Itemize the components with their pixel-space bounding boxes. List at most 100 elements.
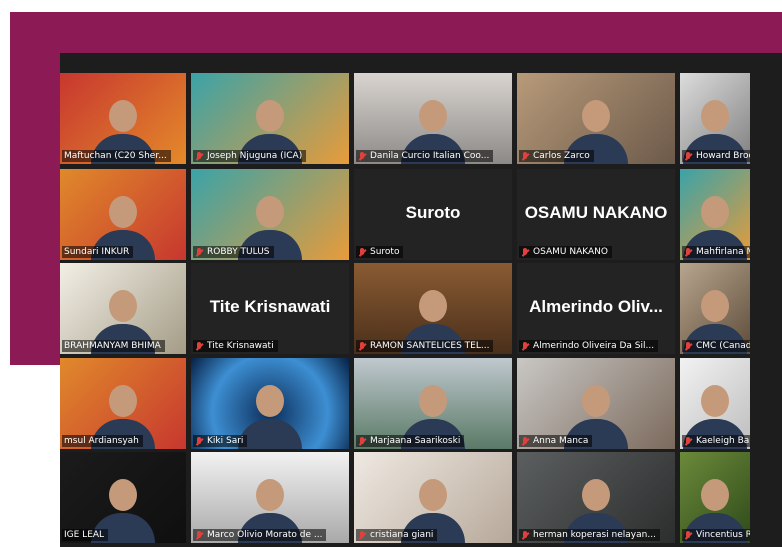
participant-tile[interactable]: Marco Olivio Morato de ... xyxy=(191,452,349,543)
participant-tile[interactable]: Anna Manca xyxy=(517,358,675,449)
participant-name-display: Tite Krisnawati xyxy=(209,297,331,316)
mic-muted-icon xyxy=(684,247,693,257)
video-grid: Maftuchan (C20 Sher... Joseph Njuguna (IC… xyxy=(60,53,782,547)
mic-muted-icon xyxy=(521,341,530,351)
participant-name-text: cristiana giani xyxy=(370,530,434,540)
participant-name-display: OSAMU NAKANO xyxy=(524,203,668,222)
participant-name-display: Almerindo Oliv... xyxy=(529,297,663,316)
participant-name-text: Mahfirlana Masha... xyxy=(696,247,750,257)
participant-name-label: msul Ardiansyah xyxy=(62,435,143,447)
participant-tile[interactable]: Carlos Zarco xyxy=(517,73,675,164)
participant-name-text: CMC (Canada) - D... xyxy=(696,341,750,351)
participant-tile[interactable]: IGE LEAL xyxy=(60,452,186,543)
participant-name-text: Maftuchan (C20 Sher... xyxy=(64,151,167,161)
participant-tile[interactable]: Joseph Njuguna (ICA) xyxy=(191,73,349,164)
participant-name-text: Carlos Zarco xyxy=(533,151,590,161)
participant-tile[interactable]: BRAHMANYAM BHIMA xyxy=(60,263,186,354)
participant-tile[interactable]: CMC (Canada) - D... xyxy=(680,263,750,354)
participant-name-label: OSAMU NAKANO xyxy=(519,246,612,258)
participant-name-label: Marco Olivio Morato de ... xyxy=(193,529,327,541)
mic-muted-icon xyxy=(195,247,204,257)
mic-muted-icon xyxy=(684,530,693,540)
mic-muted-icon xyxy=(358,341,367,351)
participant-name-label: Maftuchan (C20 Sher... xyxy=(62,150,171,162)
participant-name-label: Suroto xyxy=(356,246,404,258)
participant-tile[interactable]: Danila Curcio Italian Coo... xyxy=(354,73,512,164)
participant-name-text: Sundari INKUR xyxy=(64,247,130,257)
mic-muted-icon xyxy=(358,530,367,540)
mic-muted-icon xyxy=(195,530,204,540)
mic-muted-icon xyxy=(195,151,204,161)
participant-name-text: msul Ardiansyah xyxy=(64,436,139,446)
participant-name-label: Kiki Sari xyxy=(193,435,248,447)
participant-silhouette xyxy=(238,377,302,449)
participant-tile[interactable]: OSAMU NAKANO OSAMU NAKANO xyxy=(517,169,675,260)
mic-muted-icon xyxy=(521,151,530,161)
mic-muted-icon xyxy=(195,436,204,446)
participant-name-text: herman koperasi nelayan... xyxy=(533,530,656,540)
participant-tile[interactable]: herman koperasi nelayan... xyxy=(517,452,675,543)
participant-name-text: Marco Olivio Morato de ... xyxy=(207,530,323,540)
mic-muted-icon xyxy=(521,436,530,446)
participant-name-label: ROBBY TULUS xyxy=(193,246,274,258)
mic-muted-icon xyxy=(521,530,530,540)
participant-tile[interactable]: Almerindo Oliv... Almerindo Oliveira Da S… xyxy=(517,263,675,354)
participant-name-text: Danila Curcio Italian Coo... xyxy=(370,151,490,161)
participant-name-display: Suroto xyxy=(405,203,461,222)
participant-name-text: Marjaana Saarikoski xyxy=(370,436,461,446)
participant-name-text: Suroto xyxy=(370,247,400,257)
participant-name-text: Vincentius Repu xyxy=(696,530,750,540)
mic-muted-icon xyxy=(358,436,367,446)
participant-tile[interactable]: Vincentius Repu xyxy=(680,452,750,543)
participant-tile[interactable]: Maftuchan (C20 Sher... xyxy=(60,73,186,164)
mic-muted-icon xyxy=(684,436,693,446)
participant-name-text: Joseph Njuguna (ICA) xyxy=(207,151,303,161)
participant-tile[interactable]: Kiki Sari xyxy=(191,358,349,449)
mic-muted-icon xyxy=(521,247,530,257)
participant-name-label: Danila Curcio Italian Coo... xyxy=(356,150,494,162)
participant-name-label: Marjaana Saarikoski xyxy=(356,435,465,447)
participant-name-label: Anna Manca xyxy=(519,435,593,447)
mic-muted-icon xyxy=(684,341,693,351)
participant-name-text: Anna Manca xyxy=(533,436,589,446)
participant-name-label: Tite Krisnawati xyxy=(193,340,278,352)
participant-name-label: Kaeleigh Barker - xyxy=(682,435,750,447)
participant-tile[interactable]: cristiana giani xyxy=(354,452,512,543)
participant-name-label: Sundari INKUR xyxy=(62,246,134,258)
participant-name-text: Howard Brodsky xyxy=(696,151,750,161)
participant-tile[interactable]: Howard Brodsky xyxy=(680,73,750,164)
participant-name-text: Kaeleigh Barker - xyxy=(696,436,750,446)
participant-name-label: Vincentius Repu xyxy=(682,529,750,541)
participant-name-label: BRAHMANYAM BHIMA xyxy=(62,340,165,352)
participant-name-label: herman koperasi nelayan... xyxy=(519,529,660,541)
participant-name-label: RAMON SANTELICES TEL... xyxy=(356,340,494,352)
mic-muted-icon xyxy=(684,151,693,161)
mic-muted-icon xyxy=(358,151,367,161)
participant-name-label: Carlos Zarco xyxy=(519,150,594,162)
participant-name-label: CMC (Canada) - D... xyxy=(682,340,750,352)
participant-tile[interactable]: Marjaana Saarikoski xyxy=(354,358,512,449)
participant-tile[interactable]: Tite Krisnawati Tite Krisnawati xyxy=(191,263,349,354)
participant-name-label: Mahfirlana Masha... xyxy=(682,246,750,258)
participant-tile[interactable]: RAMON SANTELICES TEL... xyxy=(354,263,512,354)
participant-name-label: IGE LEAL xyxy=(62,529,109,541)
participant-name-text: Tite Krisnawati xyxy=(207,341,274,351)
participant-tile[interactable]: Mahfirlana Masha... xyxy=(680,169,750,260)
mic-muted-icon xyxy=(195,341,204,351)
participant-name-text: Kiki Sari xyxy=(207,436,244,446)
participant-name-label: Joseph Njuguna (ICA) xyxy=(193,150,307,162)
participant-tile[interactable]: ROBBY TULUS xyxy=(191,169,349,260)
participant-tile[interactable]: Suroto Suroto xyxy=(354,169,512,260)
participant-name-text: ROBBY TULUS xyxy=(207,247,270,257)
participant-name-text: OSAMU NAKANO xyxy=(533,247,608,257)
participant-name-label: cristiana giani xyxy=(356,529,438,541)
participant-tile[interactable]: msul Ardiansyah xyxy=(60,358,186,449)
participant-tile[interactable]: Kaeleigh Barker - xyxy=(680,358,750,449)
participant-name-text: IGE LEAL xyxy=(64,530,105,540)
participant-name-text: Almerindo Oliveira Da Sil... xyxy=(533,341,655,351)
mic-muted-icon xyxy=(358,247,367,257)
participant-tile[interactable]: Sundari INKUR xyxy=(60,169,186,260)
participant-name-text: RAMON SANTELICES TEL... xyxy=(370,341,490,351)
participant-name-label: Almerindo Oliveira Da Sil... xyxy=(519,340,659,352)
participant-name-label: Howard Brodsky xyxy=(682,150,750,162)
